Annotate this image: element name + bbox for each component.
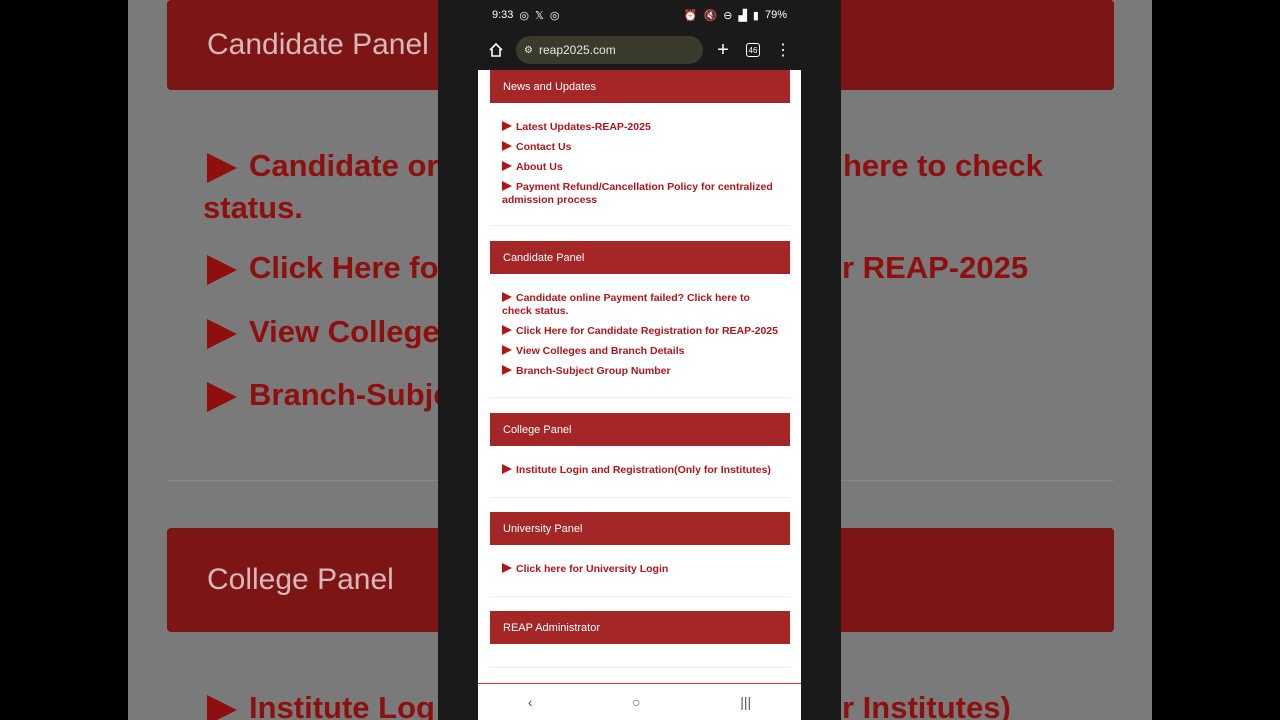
arrow-icon — [502, 365, 512, 375]
menu-icon[interactable]: ⋮ — [773, 40, 793, 60]
bg-link: here to check — [843, 148, 1043, 183]
battery-icon: ▮ — [752, 9, 759, 22]
bg-link: status. — [203, 190, 303, 225]
arrow-icon — [502, 563, 512, 573]
new-tab-icon[interactable]: + — [713, 39, 733, 61]
divider — [490, 225, 790, 226]
notification-icon: ◎ — [519, 9, 530, 22]
bg-panel-title: College Panel — [207, 563, 394, 596]
dnd-icon: ⊖ — [723, 9, 733, 22]
site-settings-icon[interactable]: ⚙ — [524, 45, 533, 56]
arrow-icon — [502, 345, 512, 355]
mute-icon: 🔇 — [703, 9, 718, 22]
battery-level: 79% — [764, 9, 787, 21]
home-nav-icon[interactable]: ○ — [632, 694, 640, 710]
bg-link: Candidate or — [207, 148, 438, 184]
arrow-icon — [502, 181, 512, 191]
news-section: News and Updates Latest Updates-REAP-202… — [490, 70, 790, 214]
bg-panel-title: Candidate Panel — [207, 28, 429, 61]
candidate-link-branch-subject[interactable]: Branch-Subject Group Number — [502, 365, 778, 378]
university-link-login[interactable]: Click here for University Login — [502, 563, 778, 576]
section-title: Candidate Panel — [503, 251, 585, 264]
signal-icon: ▟ — [738, 9, 747, 22]
x-app-icon: 𝕏 — [535, 9, 544, 22]
candidate-link-payment-failed[interactable]: Candidate online Payment failed? Click h… — [502, 292, 778, 318]
arrow-icon — [502, 325, 512, 335]
home-icon[interactable] — [486, 40, 506, 60]
notification-icon: ◎ — [549, 9, 560, 22]
college-panel-section: College Panel Institute Login and Regist… — [490, 413, 790, 484]
university-panel-section: University Panel Click here for Universi… — [490, 512, 790, 583]
alarm-icon: ⏰ — [683, 9, 698, 22]
tab-switcher-icon[interactable]: 46 — [743, 40, 763, 60]
college-link-institute-login[interactable]: Institute Login and Registration(Only fo… — [502, 464, 778, 477]
url-text: reap2025.com — [538, 43, 616, 57]
section-header: Candidate Panel — [490, 241, 790, 274]
divider — [490, 397, 790, 398]
recents-nav-icon[interactable]: ||| — [740, 694, 751, 710]
back-nav-icon[interactable]: ‹ — [528, 694, 533, 710]
candidate-link-colleges[interactable]: View Colleges and Branch Details — [502, 345, 778, 358]
web-content: News and Updates Latest Updates-REAP-202… — [478, 70, 801, 683]
screen: Candidate Panel Candidate or here to che… — [0, 0, 1280, 720]
candidate-link-registration[interactable]: Click Here for Candidate Registration fo… — [502, 325, 778, 338]
address-bar[interactable]: ⚙ reap2025.com — [516, 36, 703, 64]
arrow-icon — [502, 464, 512, 474]
section-header[interactable]: REAP Administrator — [490, 611, 790, 644]
section-title: College Panel — [503, 423, 572, 436]
phone-frame: 9:33 ◎ 𝕏 ◎ ⏰ 🔇 ⊖ ▟ ▮ 79% ⚙ reap2025.com — [438, 0, 841, 720]
news-link-contact-us[interactable]: Contact Us — [502, 141, 778, 154]
bg-link: Branch-Subje — [207, 377, 451, 413]
bg-link: r REAP-2025 — [842, 250, 1029, 285]
section-header: University Panel — [490, 512, 790, 545]
android-nav-bar: ‹ ○ ||| — [478, 683, 801, 720]
bg-link: Institute Log — [207, 690, 435, 720]
arrow-icon — [502, 141, 512, 151]
news-link-refund-policy[interactable]: Payment Refund/Cancellation Policy for c… — [502, 181, 778, 207]
section-header: College Panel — [490, 413, 790, 446]
tab-count: 46 — [746, 43, 760, 57]
divider — [490, 667, 790, 668]
arrow-icon — [502, 161, 512, 171]
status-bar: 9:33 ◎ 𝕏 ◎ ⏰ 🔇 ⊖ ▟ ▮ 79% — [478, 0, 801, 30]
news-link-latest-updates[interactable]: Latest Updates-REAP-2025 — [502, 121, 778, 134]
divider — [490, 596, 790, 597]
news-link-about-us[interactable]: About Us — [502, 161, 778, 174]
browser-toolbar: ⚙ reap2025.com + 46 ⋮ — [478, 30, 801, 70]
admin-section: REAP Administrator — [490, 611, 790, 644]
candidate-panel-section: Candidate Panel Candidate online Payment… — [490, 241, 790, 385]
status-time: 9:33 — [492, 9, 514, 21]
section-header: News and Updates — [490, 70, 790, 103]
section-title: News and Updates — [503, 80, 596, 93]
section-title: University Panel — [503, 522, 583, 535]
bg-link: r Institutes) — [842, 690, 1011, 720]
bg-link: Click Here fo — [207, 250, 439, 286]
arrow-icon — [502, 121, 512, 131]
divider — [490, 497, 790, 498]
bg-link: View College — [207, 314, 440, 350]
section-title: REAP Administrator — [503, 621, 601, 634]
arrow-icon — [502, 292, 512, 302]
